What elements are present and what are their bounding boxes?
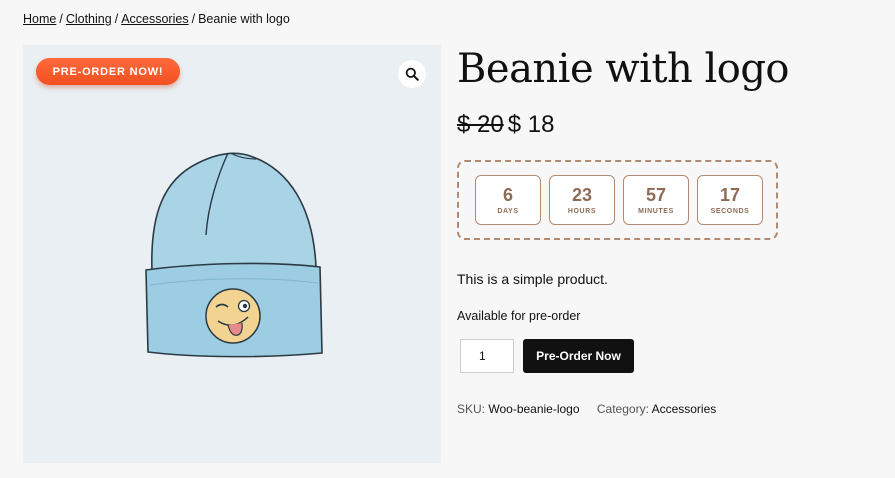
countdown-days: 6 DAYS: [475, 175, 541, 225]
breadcrumb-clothing-link[interactable]: Clothing: [66, 12, 112, 26]
breadcrumb-current: Beanie with logo: [198, 12, 290, 26]
product-price: $ 20 $ 18: [457, 111, 877, 139]
countdown-value: 57: [645, 185, 667, 205]
pre-order-button[interactable]: Pre-Order Now: [523, 339, 634, 373]
regular-price: $ 20: [457, 111, 504, 138]
quantity-input[interactable]: [460, 339, 514, 373]
product-gallery[interactable]: PRE-ORDER NOW!: [23, 45, 441, 463]
countdown-value: 6: [502, 185, 513, 205]
breadcrumb-separator: /: [191, 12, 196, 26]
category-label: Category:: [596, 402, 649, 416]
breadcrumb: Home / Clothing / Accessories / Beanie with lo…: [23, 12, 290, 26]
product-meta: SKU: Woo-beanie-logo Category: Accessori…: [457, 402, 716, 416]
countdown-label: HOURS: [567, 208, 597, 215]
beanie-image: [145, 152, 323, 358]
zoom-button[interactable]: [398, 60, 426, 88]
countdown-hours: 23 HOURS: [549, 175, 615, 225]
countdown-seconds: 17 SECONDS: [697, 175, 763, 225]
magnifier-icon: [405, 67, 419, 81]
breadcrumb-accessories-link[interactable]: Accessories: [121, 12, 188, 26]
product-summary: Beanie with logo $ 20 $ 18 6 DAYS 23 HOUR…: [457, 45, 877, 416]
category-link[interactable]: Accessories: [652, 402, 717, 416]
sku-value: Woo-beanie-logo: [488, 402, 580, 416]
countdown-value: 17: [719, 185, 741, 205]
breadcrumb-home-link[interactable]: Home: [23, 12, 56, 26]
availability-status: Available for pre-order: [457, 309, 581, 323]
countdown-label: MINUTES: [638, 208, 674, 215]
sku-label: SKU:: [457, 402, 486, 416]
sale-price: $ 18: [507, 111, 555, 138]
countdown-value: 23: [571, 185, 593, 205]
breadcrumb-separator: /: [59, 12, 63, 26]
product-title: Beanie with logo: [457, 46, 790, 92]
countdown-label: SECONDS: [710, 208, 750, 215]
countdown-timer: 6 DAYS 23 HOURS 57 MINUTES 17 SECONDS: [457, 160, 778, 240]
countdown-label: DAYS: [497, 208, 519, 215]
product-description: This is a simple product.: [457, 271, 608, 287]
pre-order-badge: PRE-ORDER NOW!: [36, 58, 180, 85]
countdown-minutes: 57 MINUTES: [623, 175, 689, 225]
breadcrumb-separator: /: [114, 12, 119, 26]
